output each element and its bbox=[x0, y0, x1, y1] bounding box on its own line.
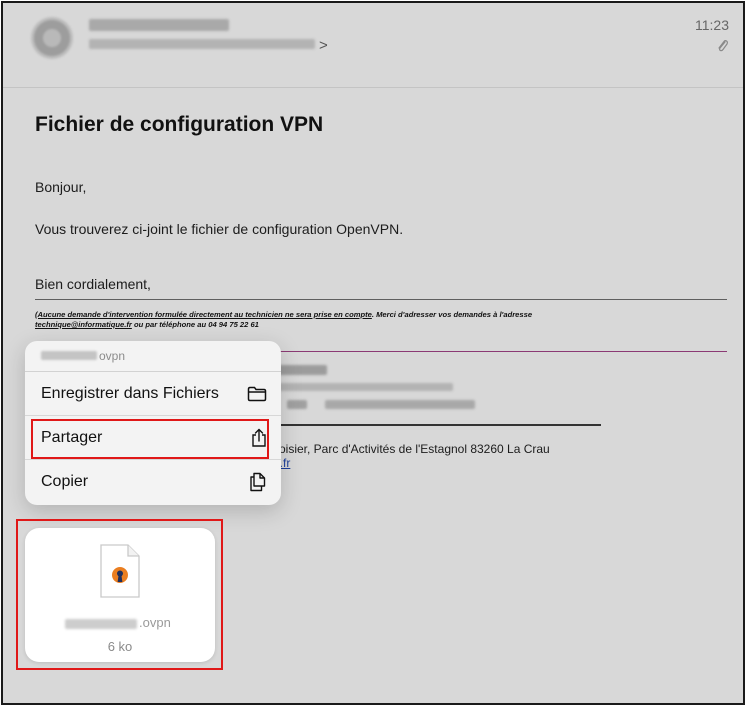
mail-window: > 11:23 Fichier de configuration VPN Bon… bbox=[1, 1, 745, 705]
paperclip-icon bbox=[718, 40, 728, 52]
sender-name-redacted bbox=[89, 19, 229, 31]
disclaimer-part3: ou par téléphone au 04 94 75 22 61 bbox=[131, 320, 259, 329]
email-greeting: Bonjour, bbox=[35, 179, 87, 195]
share-icon bbox=[252, 428, 266, 447]
sender-avatar[interactable] bbox=[31, 17, 73, 59]
email-body-text: Vous trouverez ci-joint le fichier de co… bbox=[35, 221, 404, 237]
attachment-card[interactable]: .ovpn 6 ko bbox=[25, 528, 215, 662]
filename-redacted bbox=[41, 351, 97, 360]
signature-name-redacted bbox=[275, 365, 327, 375]
email-closing: Bien cordialement, bbox=[35, 276, 151, 292]
menu-item-share[interactable]: Partager bbox=[25, 416, 281, 460]
context-menu-file-ext: ovpn bbox=[99, 349, 126, 363]
menu-item-save-to-files[interactable]: Enregistrer dans Fichiers bbox=[25, 372, 281, 416]
signature-phone-redacted bbox=[287, 400, 307, 409]
context-menu-title: ovpn bbox=[25, 341, 281, 372]
signature-rule bbox=[273, 424, 601, 426]
attachment-extension: .ovpn bbox=[139, 615, 171, 630]
received-time: 11:23 bbox=[695, 17, 729, 33]
attachment-size: 6 ko bbox=[107, 639, 133, 654]
signature-address: voisier, Parc d'Activités de l'Estagnol … bbox=[273, 442, 550, 456]
recipient-redacted bbox=[89, 39, 315, 49]
email-subject: Fichier de configuration VPN bbox=[35, 113, 324, 136]
copy-icon bbox=[250, 472, 266, 492]
menu-item-copy[interactable]: Copier bbox=[25, 460, 281, 504]
menu-item-label: Copier bbox=[41, 473, 89, 490]
openvpn-file-icon bbox=[100, 544, 140, 598]
mail-header: > 11:23 bbox=[3, 3, 743, 88]
details-chevron[interactable]: > bbox=[319, 37, 328, 54]
signature-divider bbox=[35, 299, 727, 300]
disclaimer-email-link[interactable]: technique@informatique.fr bbox=[35, 320, 132, 329]
menu-item-label: Partager bbox=[41, 428, 103, 446]
folder-icon bbox=[247, 386, 267, 401]
disclaimer-part2: . Merci d'adresser vos demandes à l'adre… bbox=[371, 310, 533, 319]
signature-contact-redacted bbox=[325, 400, 475, 409]
attachment-name-redacted bbox=[65, 619, 137, 629]
disclaimer-text: (Aucune demande d'intervention formulée … bbox=[35, 310, 535, 330]
signature-title-redacted bbox=[275, 383, 453, 391]
menu-item-label: Enregistrer dans Fichiers bbox=[41, 384, 219, 402]
disclaimer-part1: (Aucune demande d'intervention formulée … bbox=[35, 310, 372, 319]
attachment-context-menu: ovpn Enregistrer dans Fichiers Partager … bbox=[25, 341, 281, 505]
